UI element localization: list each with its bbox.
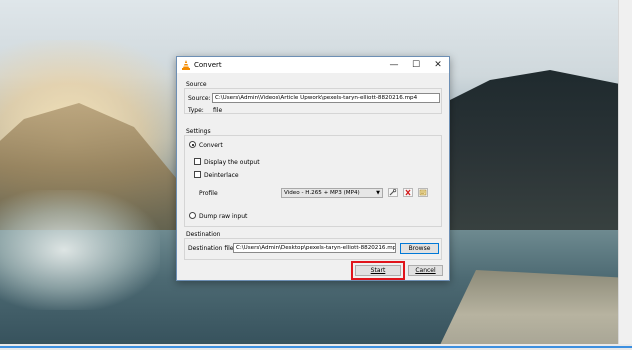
destination-group-label: Destination (186, 231, 221, 238)
dialog-titlebar[interactable]: Convert — ☐ ✕ (177, 57, 449, 73)
destination-file-label: Destination file: (188, 245, 236, 252)
start-button-highlight (351, 261, 405, 280)
type-label: Type: (188, 107, 204, 114)
close-button[interactable]: ✕ (427, 58, 449, 72)
new-profile-button[interactable] (418, 188, 428, 197)
cancel-button[interactable]: Cancel (408, 265, 443, 276)
deinterlace-label: Deinterlace (204, 172, 239, 179)
destination-file-field[interactable]: C:\Users\Admin\Desktop\pexels-taryn-elli… (233, 243, 396, 253)
wrench-icon (389, 188, 397, 196)
minimize-button[interactable]: — (383, 58, 405, 72)
source-group-label: Source (186, 81, 207, 88)
dump-raw-label: Dump raw input (199, 213, 248, 220)
dump-raw-radio[interactable] (189, 212, 196, 219)
background-surf (0, 190, 160, 310)
type-value: file (213, 107, 223, 114)
source-file-field[interactable]: C:\Users\Admin\Videos\Article Upwork\pex… (212, 93, 440, 103)
window-edge-right (618, 0, 632, 344)
chevron-down-icon: ▼ (376, 190, 380, 196)
delete-profile-button[interactable] (403, 188, 413, 197)
profile-select[interactable]: Video - H.265 + MP3 (MP4) ▼ (281, 188, 383, 198)
bottom-progress-strip (0, 344, 632, 350)
cancel-button-label: Cancel (415, 267, 436, 274)
display-output-label: Display the output (204, 159, 260, 166)
dialog-title: Convert (194, 61, 222, 69)
new-profile-icon (419, 189, 427, 196)
bottom-progress-line (0, 346, 632, 348)
convert-radio[interactable] (189, 141, 196, 148)
settings-group-label: Settings (186, 128, 211, 135)
edit-profile-button[interactable] (388, 188, 398, 197)
vlc-cone-icon (182, 60, 190, 70)
deinterlace-checkbox[interactable] (194, 171, 201, 178)
browse-button[interactable]: Browse (400, 243, 439, 254)
convert-radio-label: Convert (199, 142, 223, 149)
convert-dialog: Convert — ☐ ✕ Source Source: C:\Users\Ad… (176, 56, 450, 281)
profile-select-value: Video - H.265 + MP3 (MP4) (284, 190, 360, 196)
source-label: Source: (188, 95, 211, 102)
profile-label: Profile (199, 190, 218, 197)
display-output-checkbox[interactable] (194, 158, 201, 165)
maximize-button[interactable]: ☐ (405, 58, 427, 72)
delete-icon (405, 189, 411, 196)
